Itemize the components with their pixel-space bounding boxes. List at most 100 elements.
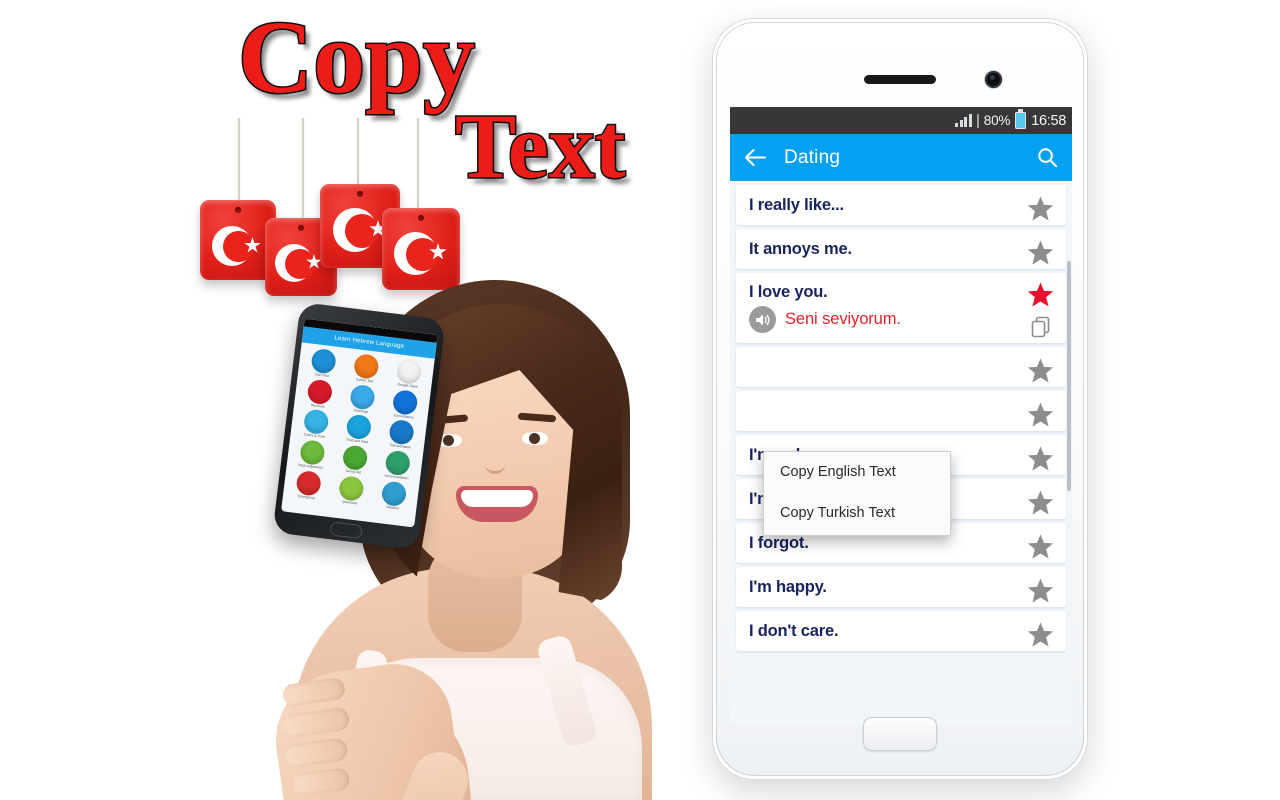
- phrase-english: It annoys me.: [749, 239, 852, 258]
- app-icon-circle: [341, 444, 369, 472]
- held-phone-app-icon: Weather: [372, 479, 417, 513]
- app-action-bar: Dating: [730, 134, 1072, 181]
- finger: [292, 766, 351, 797]
- app-icon-label: Going Out: [345, 468, 362, 475]
- battery-percent-label: 80%: [983, 113, 1011, 128]
- phrase-row[interactable]: It annoys me.: [736, 229, 1066, 269]
- crescent-icon: [333, 208, 379, 252]
- phrase-english: I'm happy.: [749, 577, 827, 596]
- held-phone-app-icon: Transportation: [379, 418, 424, 452]
- tag-hole: [418, 215, 424, 221]
- phrase-row[interactable]: I really like...: [736, 185, 1066, 225]
- phrase-row[interactable]: [736, 391, 1066, 431]
- status-divider: [976, 113, 979, 128]
- tag-string: [238, 118, 240, 204]
- phrase-row[interactable]: I don't care.: [736, 611, 1066, 651]
- star-icon[interactable]: [1027, 578, 1054, 603]
- app-icon-label: Start Test: [314, 372, 329, 378]
- search-icon[interactable]: [1037, 147, 1058, 168]
- held-phone-mockup: Learn Hebrew Language Start Test Collect …: [272, 301, 446, 551]
- app-icon-circle: [294, 469, 322, 497]
- speaker-icon[interactable]: [749, 306, 776, 333]
- app-icon-circle: [306, 378, 333, 406]
- app-icon-label: Weather: [386, 504, 400, 511]
- front-camera-icon: [985, 71, 1002, 88]
- star-icon[interactable]: [1027, 534, 1054, 559]
- right-eyebrow: [517, 412, 557, 423]
- menu-item-copy-turkish[interactable]: Copy Turkish Text: [764, 492, 950, 535]
- phrase-row[interactable]: [736, 347, 1066, 387]
- phrase-english: I forgot.: [749, 533, 809, 552]
- tag-hole: [298, 225, 304, 231]
- app-icon-circle: [349, 383, 376, 411]
- held-phone-app-icon: Start Test: [301, 347, 346, 381]
- page-title: Dating: [784, 146, 841, 168]
- status-clock: 16:58: [1031, 112, 1066, 129]
- app-icon-circle: [298, 439, 326, 467]
- context-menu[interactable]: Copy English Text Copy Turkish Text: [763, 451, 951, 536]
- tag-string: [417, 118, 419, 218]
- phone-screen: 80% 16:58 Dating I really like... It anno…: [730, 107, 1072, 725]
- phrase-english: I really like...: [749, 195, 844, 214]
- held-phone-app-icon: Conversation: [383, 388, 428, 422]
- held-phone-app-icon: Collect Text: [344, 352, 389, 386]
- phrase-english: I love you.: [749, 283, 828, 301]
- star-icon[interactable]: [1027, 358, 1054, 383]
- held-phone-app-icon: Accommodation: [376, 449, 421, 483]
- right-eye: [522, 432, 548, 445]
- held-phone-home-button: [329, 521, 363, 540]
- back-arrow-icon[interactable]: [744, 148, 766, 167]
- app-icon-label: Numbers: [310, 402, 325, 409]
- list-scrollbar[interactable]: [1067, 261, 1071, 491]
- app-icon-circle: [384, 449, 412, 477]
- home-button[interactable]: [863, 717, 937, 751]
- phrase-english: I don't care.: [749, 621, 839, 640]
- headline-word-text: Text: [453, 95, 626, 197]
- battery-icon: [1015, 109, 1027, 129]
- finger: [281, 676, 347, 708]
- app-icon-circle: [388, 419, 416, 447]
- star-filled-icon[interactable]: [1027, 282, 1054, 307]
- menu-item-copy-english[interactable]: Copy English Text: [764, 452, 950, 492]
- tag-hole: [235, 207, 241, 213]
- star-icon[interactable]: [1027, 402, 1054, 427]
- tag-string: [302, 118, 304, 228]
- tag-string: [357, 118, 359, 186]
- star-icon[interactable]: [1027, 196, 1054, 221]
- held-phone-app-icon: Going Out: [333, 444, 378, 478]
- held-phone-app-icon: Greetings: [340, 383, 385, 417]
- phone-device-frame: 80% 16:58 Dating I really like... It anno…: [712, 18, 1088, 780]
- star-icon[interactable]: [1027, 446, 1054, 471]
- held-phone-icon-grid: Start Test Collect Text Google Store Number…: [282, 342, 434, 517]
- crescent-icon: [275, 244, 315, 282]
- phrase-row[interactable]: I'm happy.: [736, 567, 1066, 607]
- star-icon[interactable]: [1027, 240, 1054, 265]
- phrase-list[interactable]: I really like... It annoys me. I love you.…: [730, 181, 1072, 725]
- app-icon-label: Emergency: [297, 494, 316, 501]
- crescent-icon: [394, 232, 439, 275]
- copy-icon[interactable]: [1029, 315, 1053, 339]
- star-icon[interactable]: [1027, 490, 1054, 515]
- held-phone-app-icon: Emergency: [286, 469, 331, 503]
- held-phone-app-icon: Time and Date: [336, 413, 381, 447]
- app-icon-circle: [337, 475, 365, 502]
- smiling-mouth: [456, 486, 538, 522]
- turkey-flag-tags-group: [190, 118, 470, 296]
- tag-hole: [357, 191, 363, 197]
- finger: [281, 706, 351, 739]
- teeth: [461, 490, 533, 507]
- phrase-translation-row: Seni seviyorum.: [749, 306, 1012, 333]
- crescent-icon: [212, 226, 254, 266]
- headline-word-copy: Copy: [237, 0, 477, 115]
- app-icon-label: Collect Text: [355, 377, 374, 384]
- held-phone-app-icon: Numbers: [297, 377, 342, 411]
- star-icon[interactable]: [1027, 622, 1054, 647]
- finger: [284, 736, 349, 769]
- phrase-turkish: Seni seviyorum.: [785, 310, 901, 328]
- held-phone-app-icon: Questions: [329, 474, 374, 508]
- turkey-flag-tag: [382, 208, 460, 290]
- app-icon-circle: [309, 347, 337, 375]
- phrase-row[interactable]: I love you. Seni seviyorum.: [736, 273, 1066, 343]
- held-phone-app-icon: Basic Adjectives: [290, 438, 335, 472]
- signal-bars-icon: [955, 114, 972, 127]
